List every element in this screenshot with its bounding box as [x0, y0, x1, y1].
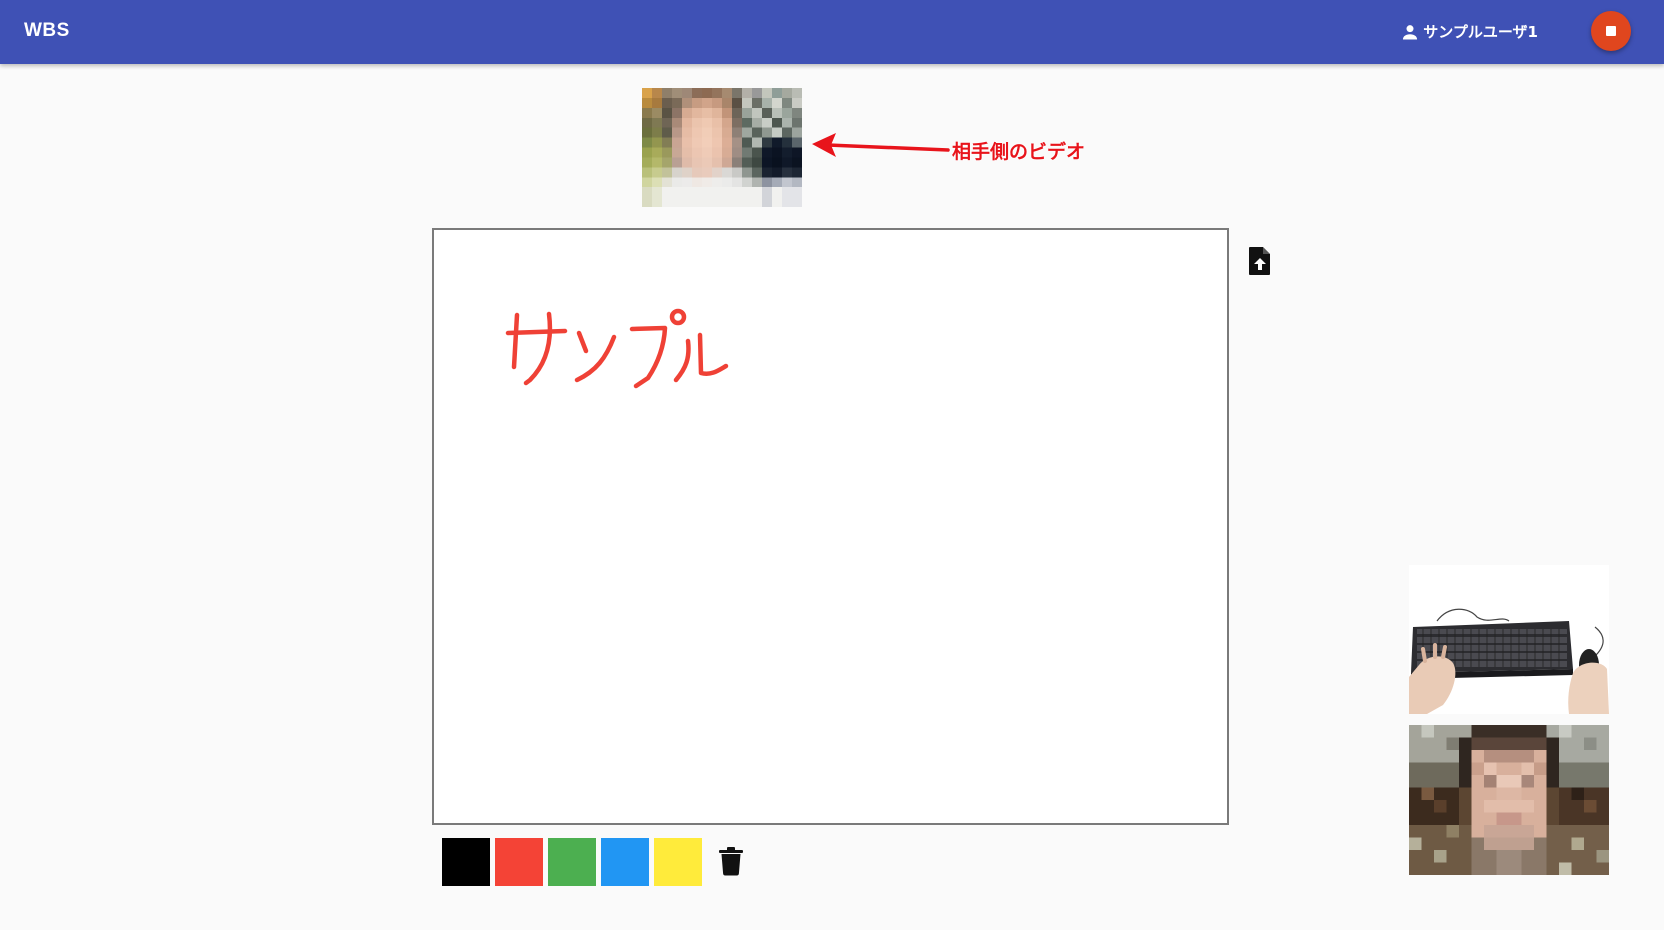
color-swatch-green[interactable] [548, 838, 596, 886]
local-video [1409, 725, 1609, 875]
user-name: サンプルユーザ1 [1423, 23, 1538, 41]
color-palette [442, 838, 707, 886]
color-swatch-black[interactable] [442, 838, 490, 886]
whiteboard-canvas[interactable] [432, 228, 1229, 825]
remote-video [642, 88, 802, 207]
color-swatch-blue[interactable] [601, 838, 649, 886]
color-swatch-red[interactable] [495, 838, 543, 886]
stop-icon [1606, 26, 1616, 36]
trash-icon [719, 847, 743, 876]
person-icon [1403, 24, 1418, 39]
stop-button[interactable] [1591, 11, 1631, 51]
shared-screen-video [1409, 565, 1609, 714]
clear-canvas-button[interactable] [718, 846, 744, 876]
color-swatch-yellow[interactable] [654, 838, 702, 886]
remote-video-annotation: 相手側のビデオ [952, 141, 1086, 163]
app-title: WBS [24, 20, 70, 41]
file-upload-button[interactable] [1248, 246, 1274, 278]
handwritten-sample-drawing [505, 308, 729, 389]
app-bar: WBS サンプルユーザ1 [0, 0, 1664, 64]
file-upload-icon [1249, 247, 1270, 275]
user-info: サンプルユーザ1 [1400, 21, 1538, 42]
annotation-arrow-icon [812, 133, 950, 157]
